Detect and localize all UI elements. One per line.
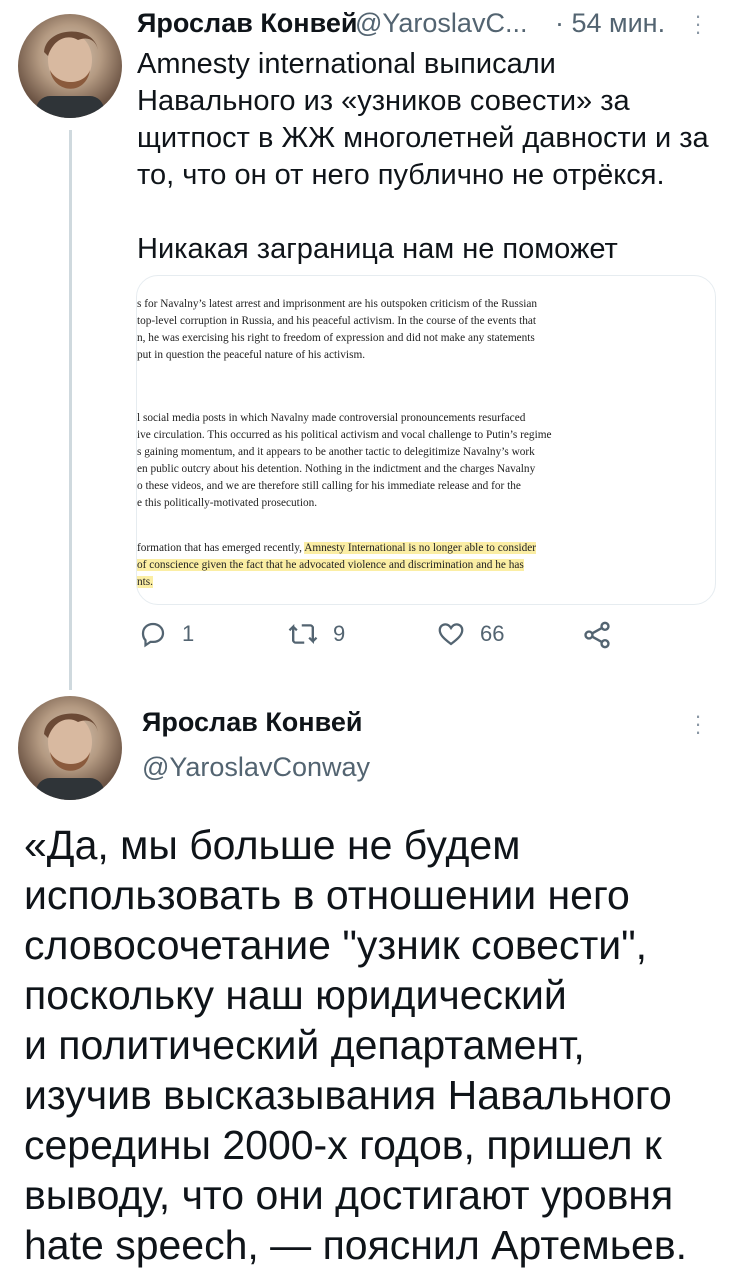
tweet-text-line: словосочетание "узник совести", bbox=[24, 922, 648, 968]
tweet-text-line: середины 2000-х годов, пришел к bbox=[24, 1122, 662, 1168]
tweet-author-name[interactable]: Ярослав Конвей bbox=[137, 8, 357, 39]
tweet-author-handle[interactable]: @YaroslavConway bbox=[142, 752, 370, 783]
document-line: of conscience given the fact that he adv… bbox=[137, 557, 715, 574]
reply-button[interactable]: 1 bbox=[138, 619, 194, 649]
document-line: o these videos, and we are therefore sti… bbox=[137, 480, 521, 492]
tweet-text-line: Amnesty international выписали bbox=[137, 48, 556, 80]
document-line: formation that has emerged recently, Amn… bbox=[137, 540, 715, 557]
thread-connector-line bbox=[69, 130, 72, 690]
highlighted-text: Amnesty International is no longer able … bbox=[304, 542, 537, 554]
tweet-text-line: hate speech, — пояснил Артемьев. bbox=[24, 1222, 688, 1268]
tweet-text-line: Никакая заграница нам не поможет bbox=[137, 233, 618, 265]
share-button[interactable] bbox=[581, 619, 613, 651]
document-line: s gaining momentum, and it appears to be… bbox=[137, 446, 535, 458]
document-line: l social media posts in which Navalny ma… bbox=[137, 412, 526, 424]
tweet-author-handle[interactable]: @YaroslavC... bbox=[355, 8, 527, 39]
reply-count: 1 bbox=[182, 621, 195, 646]
tweet-text-line: «Да, мы больше не будем bbox=[24, 822, 521, 868]
highlighted-text: nts. bbox=[137, 576, 154, 588]
tweet-text-line: щитпост в ЖЖ многолетней давности и за bbox=[137, 122, 709, 154]
tweet-text-line: использовать в отношении него bbox=[24, 872, 630, 918]
retweet-icon bbox=[288, 623, 318, 645]
avatar-portrait-icon bbox=[36, 713, 104, 800]
document-line: s for Navalny’s latest arrest and impris… bbox=[137, 298, 538, 310]
avatar-portrait-icon bbox=[36, 31, 104, 118]
more-options-icon[interactable]: · · · bbox=[692, 705, 704, 743]
tweet-timestamp[interactable]: · 54 мин. bbox=[555, 8, 665, 39]
more-options-icon[interactable]: · · · bbox=[692, 5, 704, 43]
heart-icon bbox=[438, 623, 464, 646]
document-paragraph: s for Navalny’s latest arrest and impris… bbox=[137, 296, 715, 364]
avatar[interactable] bbox=[18, 14, 122, 118]
tweet-text-line: и политический департамент, bbox=[24, 1022, 585, 1068]
tweet-media-image[interactable]: s for Navalny’s latest arrest and impris… bbox=[136, 275, 716, 605]
reply-icon bbox=[141, 622, 165, 648]
tweet-text-line: Навального из «узников совести» за bbox=[137, 85, 630, 117]
tweet-text: «Да, мы больше не будем использовать в о… bbox=[24, 820, 724, 1270]
tweet-text-line: поскольку наш юридический bbox=[24, 972, 567, 1018]
document-line: en public outcry about his detention. No… bbox=[137, 463, 536, 475]
document-line: e this politically-motivated prosecution… bbox=[137, 497, 318, 509]
highlighted-text: of conscience given the fact that he adv… bbox=[137, 559, 524, 571]
document-paragraph: l social media posts in which Navalny ma… bbox=[137, 410, 715, 512]
like-count: 66 bbox=[480, 621, 505, 646]
tweet-text-line: выводу, что они достигают уровня bbox=[24, 1172, 674, 1218]
document-line: top-level corruption in Russia, and his … bbox=[137, 315, 537, 327]
share-icon bbox=[584, 621, 610, 649]
retweet-button[interactable]: 9 bbox=[287, 619, 345, 649]
tweet-text-line: изучив высказывания Навального bbox=[24, 1072, 672, 1118]
document-line: n, he was exercising his right to freedo… bbox=[137, 332, 535, 344]
like-button[interactable]: 66 bbox=[436, 619, 504, 649]
tweet-text-line: то, что он от него публично не отрёкся. bbox=[137, 159, 665, 191]
avatar[interactable] bbox=[18, 696, 122, 800]
document-text: formation that has emerged recently, bbox=[137, 542, 305, 554]
document-line: put in question the peaceful nature of h… bbox=[137, 349, 366, 361]
document-line: nts. bbox=[137, 574, 715, 591]
retweet-count: 9 bbox=[333, 621, 346, 646]
tweet-text: Amnesty international выписали Навальног… bbox=[137, 46, 727, 194]
document-highlighted-paragraph: formation that has emerged recently, Amn… bbox=[137, 540, 715, 591]
tweet-author-name[interactable]: Ярослав Конвей bbox=[142, 707, 362, 738]
document-line: ive circulation. This occurred as his po… bbox=[137, 429, 552, 441]
